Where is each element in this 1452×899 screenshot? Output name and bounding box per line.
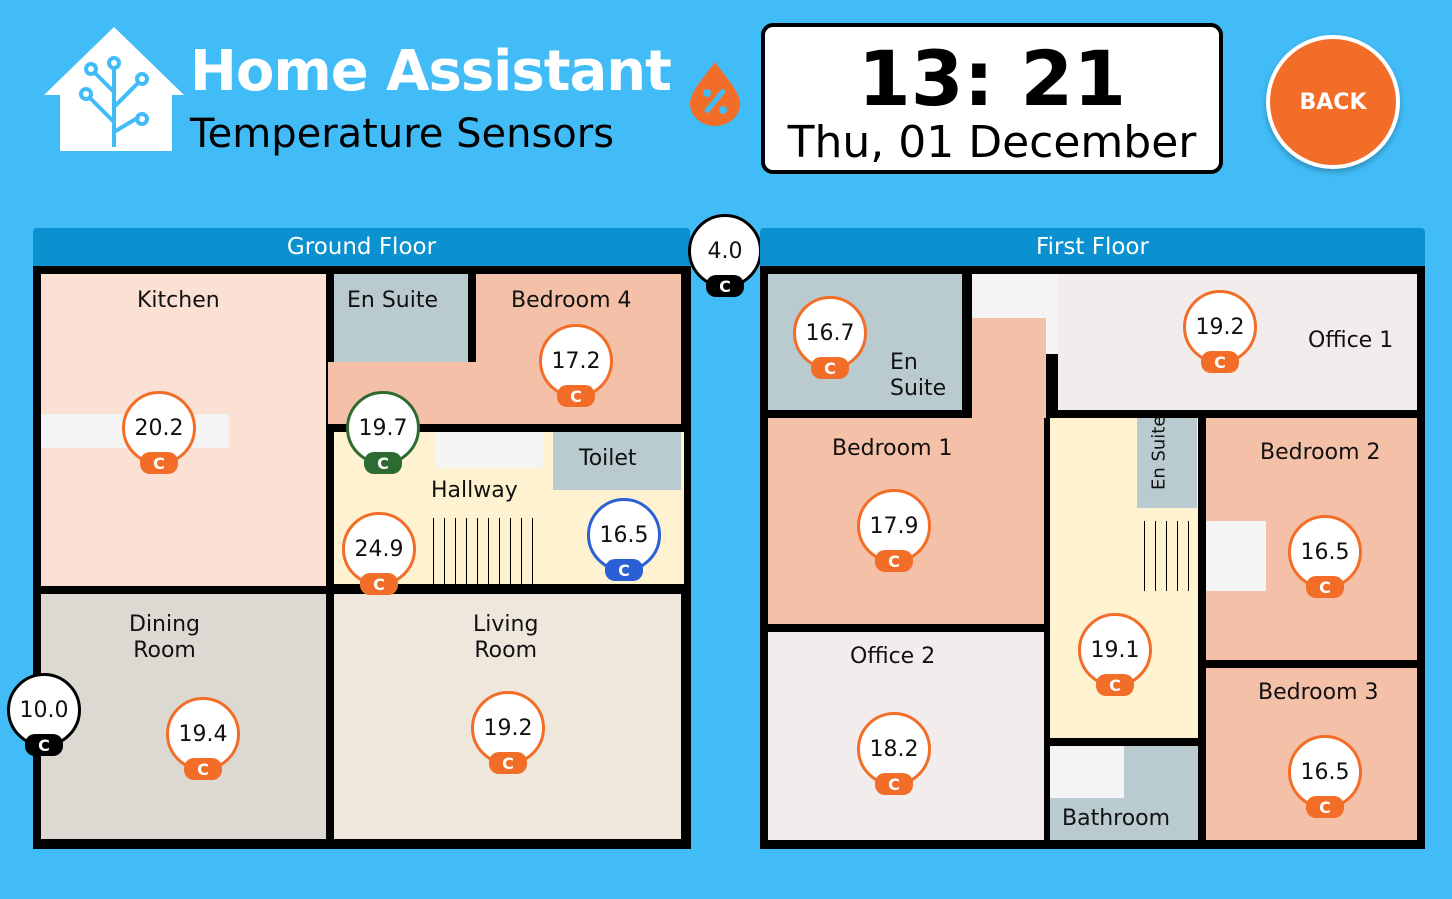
- label-kitchen: Kitchen: [137, 288, 220, 313]
- label-office-2: Office 2: [850, 644, 936, 669]
- label-hallway: Hallway: [431, 478, 518, 503]
- label-living-room: Living Room: [473, 612, 539, 664]
- ground-floor-plan: Kitchen En Suite Bedroom 4 Toilet Hallwa…: [33, 266, 691, 849]
- sensor-bedroom-4[interactable]: 17.2 C: [539, 324, 613, 407]
- clock-card: 13: 21 Thu, 01 December: [761, 23, 1223, 174]
- sensor-bedroom-2[interactable]: 16.5 C: [1288, 515, 1362, 598]
- sensor-bedroom-3[interactable]: 16.5 C: [1288, 735, 1362, 818]
- sensor-kitchen[interactable]: 20.2 C: [122, 391, 196, 474]
- label-bedroom-3: Bedroom 3: [1258, 680, 1379, 705]
- sensor-bedroom-1[interactable]: 17.9 C: [857, 489, 931, 572]
- clock-date: Thu, 01 December: [787, 117, 1197, 168]
- brand-title: Home Assistant: [190, 39, 672, 104]
- label-bedroom-4: Bedroom 4: [511, 288, 632, 313]
- sensor-living[interactable]: 19.2 C: [471, 691, 545, 774]
- sensor-hallway-upper[interactable]: 19.7 C: [346, 391, 420, 474]
- sensor-outside-top[interactable]: 4.0 C: [688, 214, 762, 297]
- label-en-suite-2: En Suite: [1148, 415, 1170, 491]
- sensor-outside-side[interactable]: 10.0 C: [7, 673, 81, 756]
- sensor-en-suite-first[interactable]: 16.7 C: [793, 296, 867, 379]
- sensor-office-2[interactable]: 18.2 C: [857, 712, 931, 795]
- back-button[interactable]: BACK: [1266, 35, 1400, 169]
- home-assistant-logo-icon: [44, 27, 184, 151]
- sensor-hallway-stairs[interactable]: 24.9 C: [342, 512, 416, 595]
- label-en-suite: En Suite: [347, 288, 439, 313]
- first-floor-plan: En Suite Office 1 Bedroom 1 En Suite Bedr…: [760, 266, 1425, 849]
- sensor-landing[interactable]: 19.1 C: [1078, 613, 1152, 696]
- stairs: [423, 518, 543, 584]
- label-en-suite-first: En Suite: [890, 350, 947, 402]
- label-bedroom-1: Bedroom 1: [832, 436, 953, 461]
- sensor-hallway-front[interactable]: 16.5 C: [587, 498, 661, 581]
- label-dining-room: Dining Room: [129, 612, 201, 664]
- page-subtitle: Temperature Sensors: [190, 111, 615, 157]
- label-office-1: Office 1: [1308, 328, 1394, 353]
- label-toilet: Toilet: [579, 446, 637, 471]
- label-bedroom-2: Bedroom 2: [1260, 440, 1381, 465]
- first-floor-header: First Floor: [760, 228, 1425, 266]
- water-percent-icon[interactable]: [688, 60, 742, 126]
- sensor-office-1[interactable]: 19.2 C: [1183, 290, 1257, 373]
- stairs-first: [1134, 521, 1198, 591]
- label-bathroom: Bathroom: [1062, 806, 1171, 831]
- ground-floor-header: Ground Floor: [33, 228, 690, 266]
- sensor-dining[interactable]: 19.4 C: [166, 697, 240, 780]
- clock-time: 13: 21: [857, 34, 1127, 123]
